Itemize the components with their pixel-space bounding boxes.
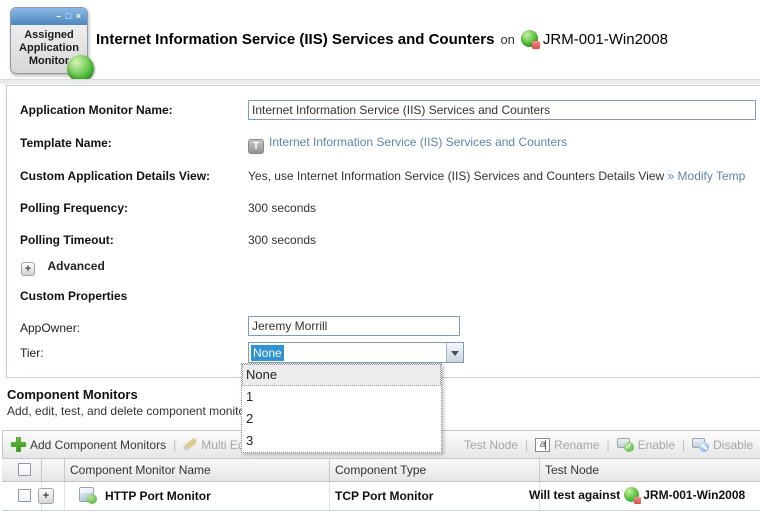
custom-properties-heading: Custom Properties: [20, 289, 128, 303]
node-status-icon: [624, 487, 642, 504]
advanced-expander[interactable]: Advanced: [21, 257, 105, 276]
column-header-type[interactable]: Component Type: [335, 463, 426, 477]
tier-option-3[interactable]: 3: [242, 430, 441, 452]
component-type: TCP Port Monitor: [335, 489, 434, 503]
polling-frequency-label: Polling Frequency:: [20, 201, 129, 215]
template-name-label: Template Name:: [20, 136, 112, 150]
select-all-checkbox[interactable]: [18, 463, 31, 476]
modify-template-link[interactable]: » Modify Temp: [668, 169, 746, 183]
polling-timeout-value: 300 seconds: [248, 233, 317, 247]
tier-option-none[interactable]: None: [242, 364, 441, 386]
advanced-label[interactable]: Advanced: [47, 259, 104, 273]
window-controls-icon: – □ ×: [11, 8, 87, 25]
polling-timeout-label: Polling Timeout:: [20, 233, 114, 247]
assigned-application-monitor-page: – □ × Assigned Application Monitor Inter…: [0, 0, 760, 511]
component-monitor-name[interactable]: HTTP Port Monitor: [105, 489, 211, 503]
table-row: HTTP Port Monitor TCP Port Monitor Will …: [2, 482, 760, 511]
component-monitors-table-header: Component Monitor Name Component Type Te…: [2, 459, 760, 482]
page-title-text: Internet Information Service (IIS) Servi…: [96, 31, 495, 48]
app-monitor-name-label: Application Monitor Name:: [20, 103, 173, 117]
application-monitor-form: Application Monitor Name: Template Name:…: [6, 85, 760, 378]
component-monitors-heading: Component Monitors: [7, 387, 138, 402]
custom-details-view-label: Custom Application Details View:: [20, 169, 211, 183]
rename-icon: a: [535, 437, 551, 452]
toolbar-separator: [525, 438, 528, 452]
title-on-text: on: [500, 32, 515, 47]
tier-selected-value: None: [251, 345, 284, 361]
tier-dropdown-list: None 1 2 3: [241, 363, 442, 453]
assigned-application-monitor-icon: – □ × Assigned Application Monitor: [10, 7, 94, 82]
header-divider: [0, 79, 760, 84]
test-node-prefix: Will test against: [529, 488, 621, 502]
toolbar-separator: [173, 438, 176, 452]
row-expand-icon[interactable]: [38, 488, 54, 504]
component-monitors-description: Add, edit, test, and delete component mo…: [7, 404, 250, 418]
tier-option-2[interactable]: 2: [242, 408, 441, 430]
enable-icon: [616, 437, 634, 452]
tier-label: Tier:: [20, 346, 44, 360]
add-component-monitors-button[interactable]: Add Component Monitors: [11, 437, 166, 452]
node-name: JRM-001-Win2008: [542, 31, 668, 48]
custom-details-view-value: Yes, use Internet Information Service (I…: [248, 169, 668, 183]
polling-frequency-value: 300 seconds: [248, 201, 317, 215]
app-icon-label-line2: Application: [19, 42, 79, 54]
pencil-icon: [183, 438, 198, 451]
disable-icon: [692, 437, 710, 452]
enable-button[interactable]: Enable: [616, 437, 675, 452]
app-monitor-name-input[interactable]: [248, 100, 756, 120]
node-status-icon: [520, 30, 540, 49]
toolbar-separator: [682, 438, 685, 452]
expand-plus-icon[interactable]: [21, 262, 35, 276]
column-header-name[interactable]: Component Monitor Name: [70, 463, 211, 477]
rename-button[interactable]: a Rename: [535, 437, 600, 452]
disable-button[interactable]: Disable: [692, 437, 753, 452]
chevron-down-icon[interactable]: [446, 343, 463, 362]
add-plus-icon: [11, 437, 26, 452]
template-link[interactable]: Internet Information Service (IIS) Servi…: [269, 135, 567, 149]
template-icon: T: [248, 139, 264, 154]
test-node-cell: Will test against JRM-001-Win2008: [529, 487, 746, 504]
appowner-label: AppOwner:: [20, 321, 81, 335]
column-header-test-node[interactable]: Test Node: [545, 463, 599, 477]
status-up-icon: [67, 55, 94, 82]
test-node-name: JRM-001-Win2008: [643, 488, 746, 502]
app-icon-label-line1: Assigned: [24, 29, 74, 41]
toolbar-separator: [607, 438, 610, 452]
test-node-button[interactable]: Test Node: [464, 438, 518, 452]
component-cube-icon: [79, 487, 97, 504]
appowner-input[interactable]: [248, 316, 460, 336]
page-title: Internet Information Service (IIS) Servi…: [96, 30, 668, 49]
tier-select[interactable]: None: [248, 342, 464, 363]
tier-option-1[interactable]: 1: [242, 386, 441, 408]
row-checkbox[interactable]: [18, 489, 31, 502]
